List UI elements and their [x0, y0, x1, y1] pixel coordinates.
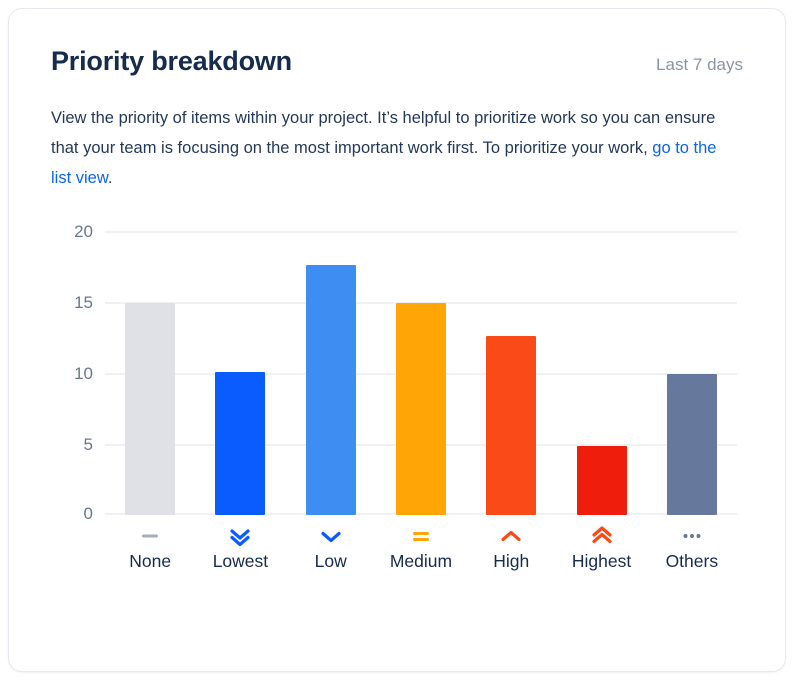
x-axis-category-medium: Medium — [376, 523, 466, 572]
x-axis-label-low: Low — [314, 550, 347, 571]
x-axis-label-lowest: Lowest — [212, 550, 269, 571]
x-axis-label-medium: Medium — [389, 550, 453, 571]
x-axis-label-none: None — [129, 550, 172, 571]
bar-slot — [105, 231, 195, 515]
x-axis-category-others: Others — [647, 523, 737, 572]
bar-slot — [286, 231, 376, 515]
priority-others-ellipsis-icon — [679, 523, 705, 549]
bar-series — [105, 231, 737, 515]
x-axis-label-highest: Highest — [571, 550, 632, 571]
bar-highest[interactable] — [576, 445, 627, 515]
card-content: Priority breakdown Last 7 days View the … — [9, 9, 785, 671]
x-axis-label-high: High — [493, 550, 530, 571]
priority-breakdown-card: Priority breakdown Last 7 days View the … — [8, 8, 786, 672]
priority-high-chevron-up-icon — [498, 523, 524, 549]
y-axis-tick-5: 5 — [83, 434, 93, 454]
priority-bar-chart: 20 15 10 5 0 None Lowest Low Medium High… — [51, 222, 743, 571]
y-axis-tick-0: 0 — [83, 503, 93, 523]
x-axis: None Lowest Low Medium High Highest Othe… — [105, 523, 737, 572]
page-title: Priority breakdown — [51, 46, 292, 76]
bar-high[interactable] — [486, 335, 537, 515]
priority-lowest-double-chevron-down-icon — [227, 523, 253, 549]
card-header: Priority breakdown Last 7 days — [51, 46, 743, 77]
card-description: View the priority of items within your p… — [51, 103, 741, 193]
x-axis-label-others: Others — [665, 550, 719, 571]
description-text-part2: . — [107, 168, 113, 187]
period-label: Last 7 days — [656, 55, 743, 74]
y-axis-tick-10: 10 — [74, 363, 93, 383]
bar-none[interactable] — [125, 303, 176, 515]
bar-slot — [195, 231, 285, 515]
chart-plot-area: 20 15 10 5 0 — [74, 222, 737, 523]
y-axis-tick-20: 20 — [74, 221, 93, 241]
description-text-part1: View the priority of items within your p… — [51, 108, 716, 157]
x-axis-category-high: High — [466, 523, 556, 572]
bar-lowest[interactable] — [215, 372, 266, 515]
x-axis-category-lowest: Lowest — [195, 523, 285, 572]
x-axis-category-low: Low — [286, 523, 376, 572]
bar-others[interactable] — [666, 373, 717, 515]
bar-slot — [647, 231, 737, 515]
priority-low-chevron-down-icon — [318, 523, 344, 549]
x-axis-category-none: None — [105, 523, 195, 572]
y-axis-tick-15: 15 — [74, 292, 93, 312]
x-axis-category-highest: Highest — [556, 523, 646, 572]
bar-medium[interactable] — [395, 303, 446, 515]
priority-medium-equals-icon — [408, 523, 434, 549]
bar-slot — [466, 231, 556, 515]
bar-slot — [556, 231, 646, 515]
priority-highest-double-chevron-up-icon — [589, 523, 615, 549]
bar-slot — [376, 231, 466, 515]
bar-low[interactable] — [305, 265, 356, 515]
priority-none-dash-icon — [137, 523, 163, 549]
